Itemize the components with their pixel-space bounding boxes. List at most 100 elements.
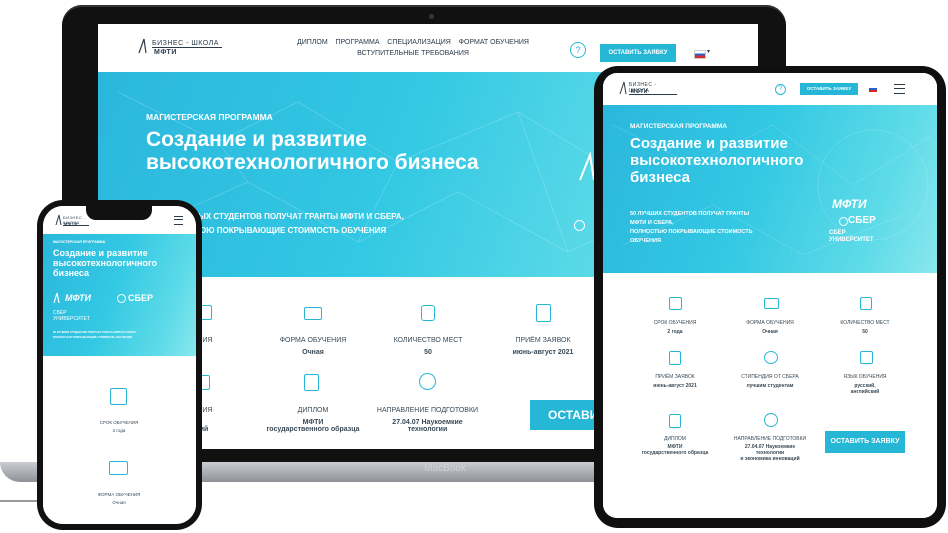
phone-title-line1: Создание и развитие bbox=[53, 248, 148, 258]
stat-format-label: ФОРМА ОБУЧЕНИЯ bbox=[279, 337, 347, 344]
phone-notch bbox=[86, 206, 152, 220]
laptop-nav: ДИПЛОМ ПРОГРАММА СПЕЦИАЛИЗАЦИЯ ФОРМАТ ОБ… bbox=[288, 39, 538, 57]
tablet-stat5-value: русский, английский bbox=[850, 383, 880, 395]
tablet-sber-university: СБЕР УНИВЕРСИТЕТ bbox=[829, 230, 874, 244]
tablet-header-cta-button[interactable]: ОСТАВИТЬ ЗАЯВКУ bbox=[800, 83, 858, 95]
phone-monitor-icon bbox=[109, 461, 128, 475]
cable bbox=[0, 470, 40, 502]
tablet-stat1-value: Очная bbox=[762, 329, 778, 335]
tablet-stat3-value: июнь-август 2021 bbox=[653, 383, 697, 389]
tablet-direction-icon bbox=[764, 413, 778, 427]
tablet-stat0-value: 2 года bbox=[667, 329, 683, 335]
laptop-header-cta-button[interactable]: ОСТАВИТЬ ЗАЯВКУ bbox=[600, 44, 676, 62]
nav-specialization[interactable]: СПЕЦИАЛИЗАЦИЯ bbox=[387, 39, 451, 46]
logo-mark-icon bbox=[138, 38, 147, 54]
stat-diploma-value: МФТИ государственного образца bbox=[266, 419, 360, 433]
tablet-stat4-value: лучшим студентам bbox=[746, 383, 794, 389]
phone-screen: БИЗНЕС - ШКОЛА МФТИ МАГИСТЕРСКАЯ ПРОГРАМ… bbox=[43, 206, 196, 524]
hero-title: Создание и развитие высокотехнологичного… bbox=[146, 128, 479, 174]
tablet-document-icon bbox=[669, 351, 681, 365]
seats-icon bbox=[421, 305, 435, 321]
help-icon[interactable]: ? bbox=[570, 42, 586, 58]
tablet-grants-line3: ПОЛНОСТЬЮ ПОКРЫВАЮЩИЕ СТОИМОСТЬ bbox=[630, 229, 753, 235]
tablet-partner-sber: СБЕР bbox=[848, 215, 876, 226]
tablet-grants-line4: ОБУЧЕНИЯ bbox=[630, 238, 661, 244]
stat-format-value: Очная bbox=[302, 349, 324, 356]
phone-hero: МАГИСТЕРСКАЯ ПРОГРАММА Создание и развит… bbox=[43, 234, 196, 356]
phone-stats: СРОК ОБУЧЕНИЯ 2 года ФОРМА ОБУЧЕНИЯ Очна… bbox=[43, 356, 196, 524]
tablet-title-line2: высокотехнологичного bbox=[630, 152, 804, 169]
tablet-big-cta-button[interactable]: ОСТАВИТЬ ЗАЯВКУ bbox=[825, 431, 905, 453]
phone-program-label: МАГИСТЕРСКАЯ ПРОГРАММА bbox=[53, 240, 106, 244]
phone-grants-text: 50 ЛУЧШИХ СТУДЕНТОВ ПОЛУЧАТ ГРАНТЫ МФТИ … bbox=[53, 330, 188, 340]
tablet-program-label: МАГИСТЕРСКАЯ ПРОГРАММА bbox=[630, 123, 727, 130]
phone-sber-uni-line2: УНИВЕРСИТЕТ bbox=[53, 316, 90, 322]
nav-diploma[interactable]: ДИПЛОМ bbox=[297, 39, 328, 46]
laptop-camera bbox=[429, 14, 434, 19]
document-icon bbox=[536, 304, 551, 322]
hero-title-line1: Создание и развитие bbox=[146, 128, 367, 151]
program-label: МАГИСТЕРСКАЯ ПРОГРАММА bbox=[146, 112, 273, 122]
grants-line2: ЮЮ ПОКРЫВАЮЩИЕ СТОИМОСТЬ ОБУЧЕНИЯ bbox=[198, 226, 387, 235]
tablet-title-line1: Создание и развитие bbox=[630, 135, 788, 152]
diploma-icon bbox=[304, 374, 319, 391]
tablet-scholarship-icon bbox=[764, 351, 778, 364]
phone-stat0-value: 2 года bbox=[112, 428, 126, 433]
phone-logo-mark-icon bbox=[55, 214, 62, 226]
language-flag-icon[interactable] bbox=[694, 50, 706, 59]
tablet-sber-uni-line2: УНИВЕРСИТЕТ bbox=[829, 237, 874, 243]
stat-direction-value: 27.04.07 Наукоемкие технологии bbox=[392, 419, 463, 433]
tablet-flag-icon[interactable] bbox=[869, 86, 877, 92]
menu-icon[interactable] bbox=[894, 84, 905, 94]
tablet-sber-icon bbox=[839, 217, 848, 226]
grants-line1: ЫХ СТУДЕНТОВ ПОЛУЧАТ ГРАНТЫ МФТИ И СБЕРА… bbox=[198, 212, 404, 221]
stat-diploma-label: ДИПЛОМ bbox=[297, 407, 329, 414]
phone-partner-mipt: МФТИ bbox=[65, 293, 91, 303]
phone-menu-icon[interactable] bbox=[174, 216, 183, 225]
monitor-icon bbox=[304, 307, 322, 320]
stat-seats-value: 50 bbox=[424, 349, 432, 356]
macbook-label: MacBook bbox=[424, 463, 466, 474]
hero-title-line2: высокотехнологичного бизнеса bbox=[146, 151, 479, 174]
phone-title-line3: бизнеса bbox=[53, 268, 90, 278]
calendar-icon bbox=[201, 305, 212, 320]
tablet-language-icon bbox=[860, 351, 873, 364]
direction-icon bbox=[419, 373, 436, 390]
phone-stat0-label: СРОК ОБУЧЕНИЯ bbox=[99, 420, 139, 425]
phone-mipt-mark-icon bbox=[53, 292, 60, 304]
nav-program[interactable]: ПРОГРАММА bbox=[336, 39, 380, 46]
tablet-sber-uni-line1: СБЕР bbox=[829, 230, 846, 236]
stat-seats-label: КОЛИЧЕСТВО МЕСТ bbox=[393, 337, 463, 344]
phone-grants-line2: ПОЛНОСТЬЮ ПОКРЫВАЮЩИЕ СТОИМОСТЬ ОБУЧЕНИЯ bbox=[53, 335, 132, 339]
tablet-logo-mark-icon bbox=[619, 81, 627, 95]
chevron-down-icon[interactable]: ▾ bbox=[707, 48, 710, 55]
tablet-help-icon[interactable]: ? bbox=[775, 84, 786, 95]
tablet-partner-mipt: МФТИ bbox=[832, 197, 867, 211]
phone-title-line2: высокотехнологичного bbox=[53, 258, 158, 268]
tablet-grants-text: 50 ЛУЧШИХ СТУДЕНТОВ ПОЛУЧАТ ГРАНТЫ МФТИ … bbox=[630, 210, 753, 246]
nav-format[interactable]: ФОРМАТ ОБУЧЕНИЯ bbox=[459, 39, 529, 46]
tablet-grants-line2: МФТИ И СБЕРА, bbox=[630, 220, 674, 226]
tablet-stat7-label: НАПРАВЛЕНИЕ ПОДГОТОВКИ bbox=[733, 436, 807, 442]
tablet-stat2-label: КОЛИЧЕСТВО МЕСТ bbox=[840, 320, 890, 326]
stat-applications-label: ПРИЁМ ЗАЯВОК bbox=[515, 337, 571, 344]
tablet-seats-icon bbox=[860, 297, 872, 310]
laptop-header: БИЗНЕС - ШКОЛА МФТИ ДИПЛОМ ПРОГРАММА СПЕ… bbox=[98, 24, 758, 72]
tablet-calendar-icon bbox=[669, 297, 682, 310]
nav-requirements[interactable]: ВСТУПИТЕЛЬНЫЕ ТРЕБОВАНИЯ bbox=[288, 50, 538, 57]
tablet-stat6-label: ДИПЛОМ bbox=[664, 436, 686, 442]
tablet-stat6-value: МФТИ государственного образца bbox=[641, 444, 709, 456]
phone-sber-university: СБЕР УНИВЕРСИТЕТ bbox=[53, 310, 90, 322]
tablet-stat4-label: СТИПЕНДИЯ ОТ СБЕРА bbox=[741, 374, 799, 380]
phone-logo-line2: МФТИ bbox=[64, 221, 78, 226]
tablet-diploma-icon bbox=[669, 414, 681, 428]
tablet-logo-line2: МФТИ bbox=[631, 89, 648, 95]
phone-partner-sber: СБЕР bbox=[128, 293, 153, 303]
tablet-stat1-label: ФОРМА ОБУЧЕНИЯ bbox=[746, 320, 794, 326]
tablet-network-pattern-icon bbox=[612, 124, 934, 256]
tablet-title-line3: бизнеса bbox=[630, 169, 691, 186]
tablet-stats: СРОК ОБУЧЕНИЯ 2 года ФОРМА ОБУЧЕНИЯ Очна… bbox=[603, 273, 937, 518]
tablet-stat2-value: 50 bbox=[862, 329, 868, 335]
tablet-stat0-label: СРОК ОБУЧЕНИЯ bbox=[653, 320, 697, 326]
tablet-stat5-label: ЯЗЫК ОБУЧЕНИЯ bbox=[843, 374, 887, 380]
